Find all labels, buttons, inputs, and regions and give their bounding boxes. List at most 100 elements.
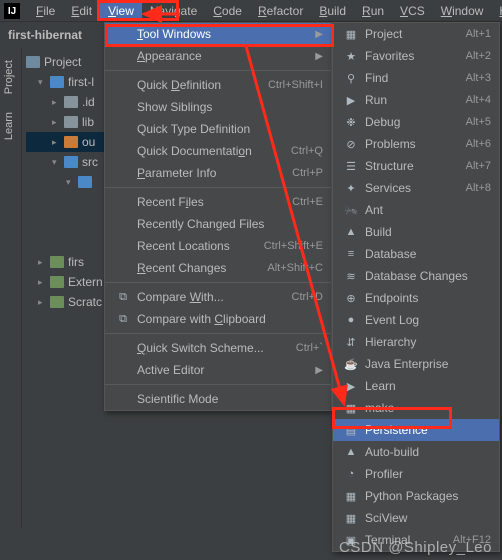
menu-item-recent-files[interactable]: Recent FilesCtrl+E <box>105 191 331 213</box>
services-icon: ✦ <box>343 180 359 196</box>
sidebar-tab-project[interactable]: Project <box>0 54 18 100</box>
tool-window-item-build[interactable]: ▲Build <box>333 221 499 243</box>
tool-window-item-services[interactable]: ✦ServicesAlt+8 <box>333 177 499 199</box>
menu-item-label: Endpoints <box>365 291 491 305</box>
sidebar: Project Learn <box>0 48 22 528</box>
problems-icon: ⊘ <box>343 136 359 152</box>
tool-window-item-project[interactable]: ▦ProjectAlt+1 <box>333 23 499 45</box>
tree-label: Scratc <box>68 295 102 309</box>
menu-item-compare-with-[interactable]: ⧉Compare With...Ctrl+D <box>105 286 331 308</box>
sidebar-tab-learn[interactable]: Learn <box>0 106 18 146</box>
menubar-item-navigate[interactable]: Navigate <box>142 1 205 21</box>
menubar-item-help[interactable]: Help <box>491 1 502 21</box>
hierarchy-icon: ⇵ <box>343 334 359 350</box>
menu-item-show-siblings[interactable]: Show Siblings <box>105 96 331 118</box>
tool-window-item-debug[interactable]: ❉DebugAlt+5 <box>333 111 499 133</box>
menu-item-appearance[interactable]: Appearance▶ <box>105 45 331 67</box>
app-icon: IJ <box>4 3 20 19</box>
pypackages-icon: ▦ <box>343 488 359 504</box>
menu-item-scientific-mode[interactable]: Scientific Mode <box>105 388 331 410</box>
tool-window-item-java-enterprise[interactable]: ☕Java Enterprise <box>333 353 499 375</box>
menubar-item-edit[interactable]: Edit <box>63 1 100 21</box>
tool-window-item-make[interactable]: ▦make <box>333 397 499 419</box>
tool-window-item-python-packages[interactable]: ▦ Python Packages <box>333 485 499 507</box>
menu-item-label: Quick Type Definition <box>137 122 323 136</box>
tree-label: src <box>82 155 98 169</box>
menu-item-quick-type-definition[interactable]: Quick Type Definition <box>105 118 331 140</box>
tool-window-item-ant[interactable]: 🐜Ant <box>333 199 499 221</box>
tool-window-item-endpoints[interactable]: ⊕Endpoints <box>333 287 499 309</box>
project-icon: ▦ <box>343 26 359 42</box>
menubar-item-run[interactable]: Run <box>354 1 392 21</box>
menu-item-label: Profiler <box>365 467 491 481</box>
tool-window-item-structure[interactable]: ☰StructureAlt+7 <box>333 155 499 177</box>
tree-label: .id <box>82 95 95 109</box>
menu-item-label: Parameter Info <box>137 166 292 180</box>
menubar-item-build[interactable]: Build <box>311 1 354 21</box>
tool-window-item-hierarchy[interactable]: ⇵Hierarchy <box>333 331 499 353</box>
menu-item-label: Find <box>365 71 466 85</box>
persistence-icon: ▤ <box>343 422 359 438</box>
menu-item-label: Database Changes <box>365 269 491 283</box>
tool-window-item-learn[interactable]: ▶Learn <box>333 375 499 397</box>
tool-window-item-favorites[interactable]: ★FavoritesAlt+2 <box>333 45 499 67</box>
shortcut-label: Ctrl+Shift+E <box>264 240 323 252</box>
tree-label: ou <box>82 135 95 149</box>
tool-window-item-profiler[interactable]: ◔Profiler <box>333 463 499 485</box>
tree-label: firs <box>68 255 84 269</box>
menu-item-label: Ant <box>365 203 491 217</box>
tool-window-item-event-log[interactable]: ●Event Log <box>333 309 499 331</box>
scratch-icon <box>50 296 64 308</box>
tool-window-item-find[interactable]: ⚲FindAlt+3 <box>333 67 499 89</box>
chevron-icon: ▸ <box>38 277 46 288</box>
menu-item-label: Show Siblings <box>137 100 323 114</box>
database-icon: ≡ <box>343 246 359 262</box>
tool-window-item-persistence[interactable]: ▤Persistence <box>333 419 499 441</box>
shortcut-label: Alt+2 <box>466 50 491 62</box>
menu-item-label: Quick Documentation <box>137 144 291 158</box>
menu-item-active-editor[interactable]: Active Editor▶ <box>105 359 331 381</box>
tool-window-item-auto-build[interactable]: ▲Auto-build <box>333 441 499 463</box>
folder-icon <box>64 96 78 108</box>
menubar-item-window[interactable]: Window <box>433 1 492 21</box>
sciview-icon: ▦ <box>343 510 359 526</box>
menu-item-label: make <box>365 401 491 415</box>
tool-window-item-database[interactable]: ≡Database <box>333 243 499 265</box>
menu-item-label: Problems <box>365 137 466 151</box>
folder-icon <box>50 76 64 88</box>
chevron-icon: ▸ <box>52 97 60 108</box>
menu-item-quick-switch-scheme-[interactable]: Quick Switch Scheme...Ctrl+` <box>105 337 331 359</box>
menu-item-recent-locations[interactable]: Recent LocationsCtrl+Shift+E <box>105 235 331 257</box>
tool-window-item-run[interactable]: ▶RunAlt+4 <box>333 89 499 111</box>
menu-item-label: Recent Locations <box>137 239 264 253</box>
menu-item-quick-definition[interactable]: Quick DefinitionCtrl+Shift+I <box>105 74 331 96</box>
run-icon: ▶ <box>343 92 359 108</box>
menu-item-compare-with-clipboard[interactable]: ⧉Compare with Clipboard <box>105 308 331 330</box>
menubar-item-code[interactable]: Code <box>205 1 250 21</box>
tool-window-item-database-changes[interactable]: ≋Database Changes <box>333 265 499 287</box>
bars-icon <box>50 276 64 288</box>
star-icon: ★ <box>343 48 359 64</box>
menu-item-tool-windows[interactable]: Tool Windows▶ <box>105 23 331 45</box>
menu-item-label: Run <box>365 93 466 107</box>
shortcut-label: Alt+5 <box>466 116 491 128</box>
menubar-item-view[interactable]: View <box>100 1 142 21</box>
menu-item-label: Compare With... <box>137 290 292 304</box>
menubar-item-vcs[interactable]: VCS <box>392 1 433 21</box>
menubar-item-refactor[interactable]: Refactor <box>250 1 311 21</box>
menu-item-recently-changed-files[interactable]: Recently Changed Files <box>105 213 331 235</box>
tool-window-item-sciview[interactable]: ▦SciView <box>333 507 499 529</box>
shortcut-label: Alt+8 <box>466 182 491 194</box>
project-icon <box>26 56 40 68</box>
chevron-icon: ▸ <box>52 137 60 148</box>
menu-item-parameter-info[interactable]: Parameter InfoCtrl+P <box>105 162 331 184</box>
tool-window-item-problems[interactable]: ⊘ProblemsAlt+6 <box>333 133 499 155</box>
menu-item-quick-documentation[interactable]: Quick DocumentationCtrl+Q <box>105 140 331 162</box>
menu-item-label: Structure <box>365 159 466 173</box>
menubar-item-file[interactable]: File <box>28 1 63 21</box>
learn-icon: ▶ <box>343 378 359 394</box>
shortcut-label: Ctrl+E <box>292 196 323 208</box>
menu-item-label: Python Packages <box>365 489 491 503</box>
build-icon: ▲ <box>343 224 359 240</box>
menu-item-recent-changes[interactable]: Recent ChangesAlt+Shift+C <box>105 257 331 279</box>
